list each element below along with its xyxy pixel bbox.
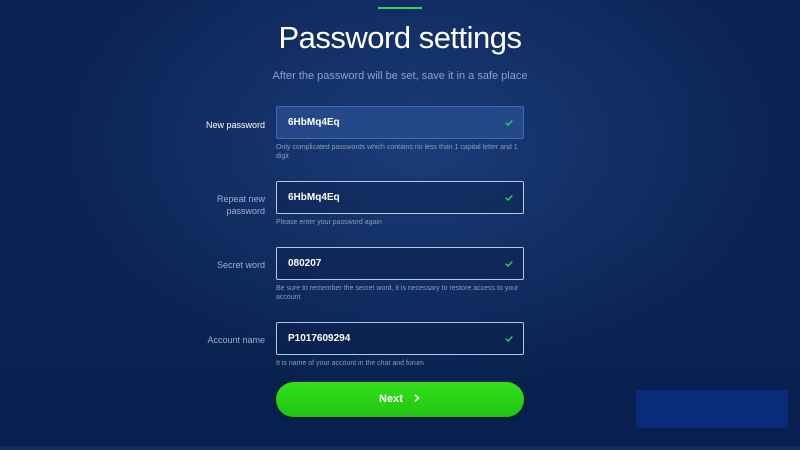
repeat-password-value: 6HbMq4Eq [288, 192, 340, 203]
next-button-label: Next [379, 393, 403, 405]
secret-word-value: 080207 [288, 258, 322, 269]
account-name-hint: It is name of your account in the chat a… [276, 360, 424, 367]
corner-overlay-block [636, 390, 788, 428]
secret-word-label: Secret word [216, 260, 265, 270]
next-button[interactable]: Next [276, 382, 524, 417]
check-icon [505, 120, 513, 126]
account-name-field[interactable]: P1017609294 [276, 322, 524, 355]
repeat-password-label: Repeat new password [145, 193, 265, 217]
bottom-edge [0, 446, 800, 450]
new-password-hint: Only complicated passwords which contain… [276, 144, 518, 160]
repeat-password-label-line1: Repeat new [216, 194, 265, 204]
new-password-field[interactable]: 6HbMq4Eq [276, 106, 524, 139]
new-password-label: New password [205, 120, 265, 130]
secret-word-hint: Be sure to remember the secret word, it … [276, 285, 519, 301]
repeat-password-field[interactable]: 6HbMq4Eq [276, 181, 524, 214]
account-name-value: P1017609294 [288, 333, 351, 344]
page-title: Password settings [278, 20, 522, 55]
repeat-password-hint: Please enter your password again [276, 219, 382, 226]
check-icon [505, 336, 513, 342]
account-name-label: Account name [207, 335, 265, 345]
page-subtitle: After the password will be set, save it … [272, 70, 528, 82]
secret-word-field[interactable]: 080207 [276, 247, 524, 280]
check-icon [505, 261, 513, 267]
chevron-right-icon [414, 394, 420, 402]
next-button-content: Next [276, 382, 524, 417]
new-password-value: 6HbMq4Eq [288, 117, 340, 128]
repeat-password-label-line2: password [226, 206, 265, 216]
top-accent-line [378, 7, 422, 9]
check-icon [505, 195, 513, 201]
